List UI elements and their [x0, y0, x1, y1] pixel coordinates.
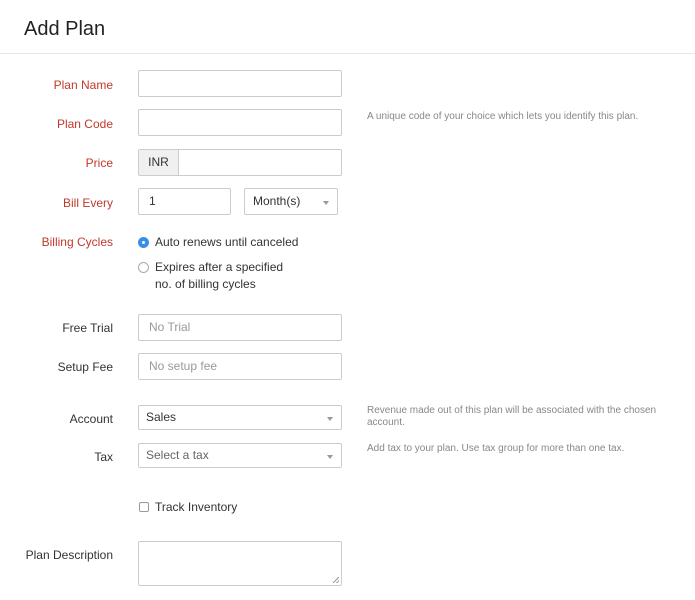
- bill-unit-value: Month(s): [253, 194, 301, 208]
- plan-code-label: Plan Code: [56, 117, 113, 131]
- bill-unit-select[interactable]: Month(s): [244, 188, 338, 215]
- billing-cycles-label: Billing Cycles: [41, 235, 113, 249]
- page-header: Add Plan: [0, 0, 695, 54]
- plan-description-textarea[interactable]: [138, 541, 342, 586]
- free-trial-input[interactable]: No Trial: [138, 314, 342, 341]
- expires-label-line2[interactable]: no. of billing cycles: [155, 276, 256, 292]
- plan-name-input[interactable]: [138, 70, 342, 97]
- tax-label: Tax: [94, 450, 113, 464]
- tax-placeholder: Select a tax: [146, 448, 209, 462]
- setup-fee-input[interactable]: No setup fee: [138, 353, 342, 380]
- price-input[interactable]: INR: [138, 149, 342, 176]
- account-label: Account: [69, 412, 113, 426]
- free-trial-label: Free Trial: [62, 321, 113, 335]
- tax-select[interactable]: Select a tax: [138, 443, 342, 468]
- chevron-down-icon: [323, 201, 329, 205]
- currency-addon: INR: [139, 150, 179, 175]
- plan-name-label: Plan Name: [53, 78, 113, 92]
- auto-renew-radio[interactable]: [138, 237, 149, 248]
- chevron-down-icon: [327, 455, 333, 459]
- expires-radio[interactable]: [138, 262, 149, 273]
- page-title: Add Plan: [24, 18, 106, 40]
- chevron-down-icon: [327, 417, 333, 421]
- expires-label-line1[interactable]: Expires after a specified: [155, 259, 283, 275]
- plan-code-input[interactable]: [138, 109, 342, 136]
- account-select[interactable]: Sales: [138, 405, 342, 430]
- auto-renew-label[interactable]: Auto renews until canceled: [155, 234, 298, 250]
- plan-description-label: Plan Description: [25, 548, 113, 562]
- account-value: Sales: [146, 410, 177, 424]
- track-inventory-checkbox[interactable]: [139, 502, 149, 512]
- track-inventory-label[interactable]: Track Inventory: [155, 499, 237, 515]
- account-hint-line2: account.: [367, 417, 405, 428]
- tax-hint: Add tax to your plan. Use tax group for …: [367, 443, 625, 454]
- resize-handle-icon[interactable]: [333, 577, 339, 583]
- bill-every-label: Bill Every: [62, 196, 113, 210]
- setup-fee-label: Setup Fee: [57, 360, 113, 374]
- account-hint-line1: Revenue made out of this plan will be as…: [367, 405, 657, 416]
- bill-every-input[interactable]: 1: [138, 188, 231, 215]
- price-label: Price: [85, 156, 113, 170]
- plan-code-hint: A unique code of your choice which lets …: [367, 111, 639, 122]
